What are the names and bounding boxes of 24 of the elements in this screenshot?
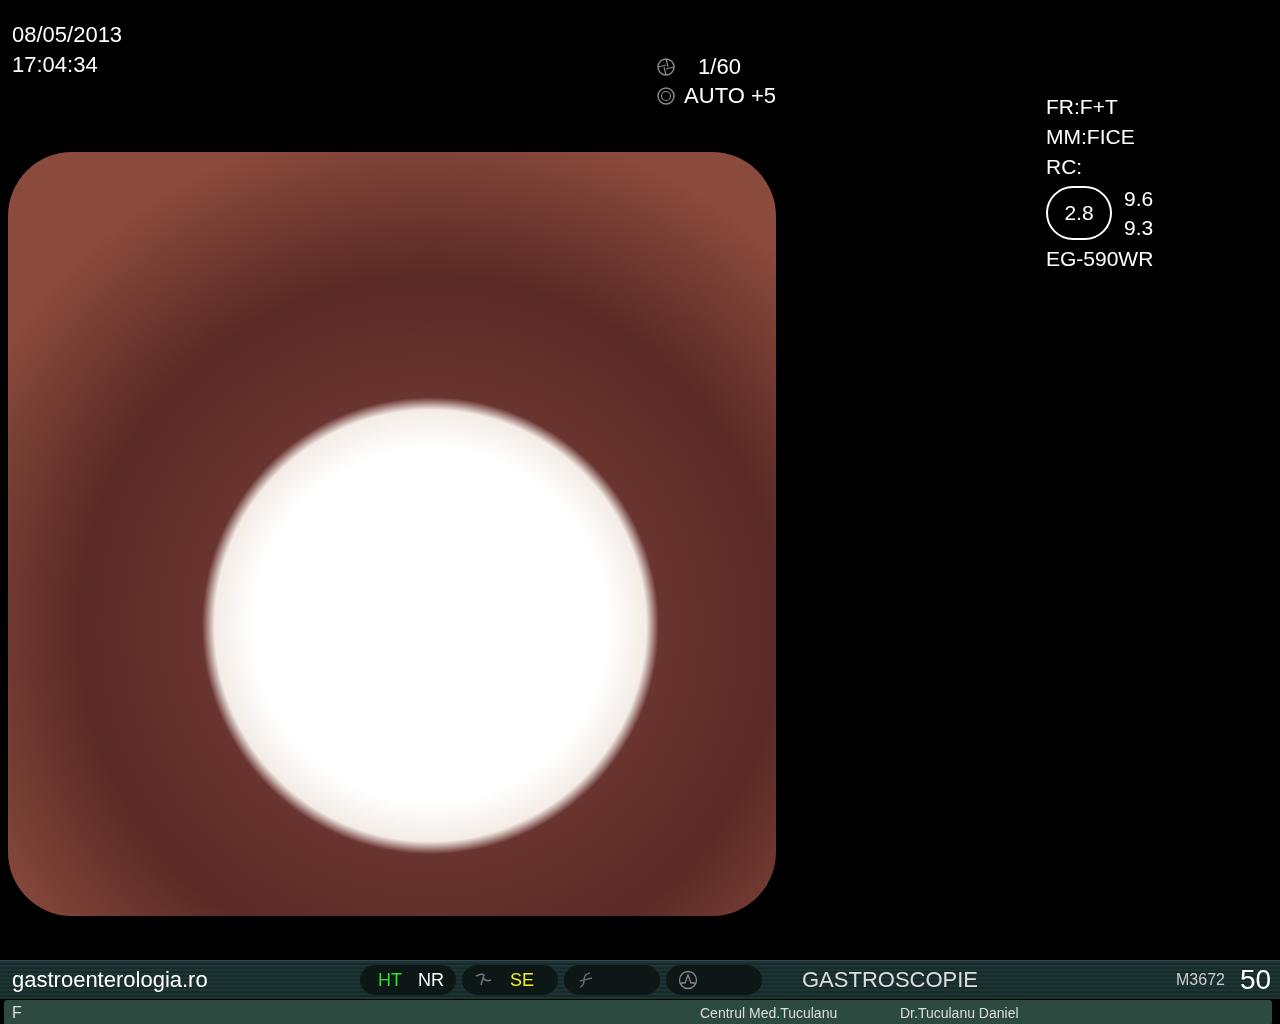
code-text: M3672: [1176, 971, 1226, 989]
procedure-text: GASTROSCOPIE: [802, 967, 980, 993]
indicator-text: HT: [378, 969, 402, 991]
website-text: gastroenterologia.ro: [12, 967, 209, 993]
setting-text: MM:FICE: [1046, 124, 1136, 150]
indicator-text: NR: [418, 969, 444, 991]
iris-icon: [656, 85, 677, 106]
ratio-value-text: 9.6: [1124, 186, 1154, 212]
clinic-name-text: Centrul Med.Tuculanu: [700, 1004, 839, 1021]
time-text: 17:04:34: [12, 51, 99, 79]
setting-text: RC:: [1046, 154, 1084, 180]
info-label: F: [12, 1003, 23, 1022]
scope-model-text: EG-590WR: [1046, 246, 1154, 272]
indicator-text: SE: [510, 969, 534, 991]
iris-mode-text: AUTO +5: [684, 82, 776, 110]
aperture-icon: [656, 56, 677, 77]
ratio-value-text: 9.3: [1124, 215, 1154, 241]
number-text: 50: [1240, 964, 1272, 996]
doctor-name-text: Dr.Tuculanu Daniel: [900, 1004, 1019, 1021]
ratio-value-badge: 2.8: [1046, 186, 1112, 240]
setting-text: FR:F+T: [1046, 94, 1119, 120]
wave-icon: [678, 970, 698, 990]
date-text: 08/05/2013: [12, 21, 124, 49]
shutter-speed-text: 1/60: [698, 53, 741, 81]
